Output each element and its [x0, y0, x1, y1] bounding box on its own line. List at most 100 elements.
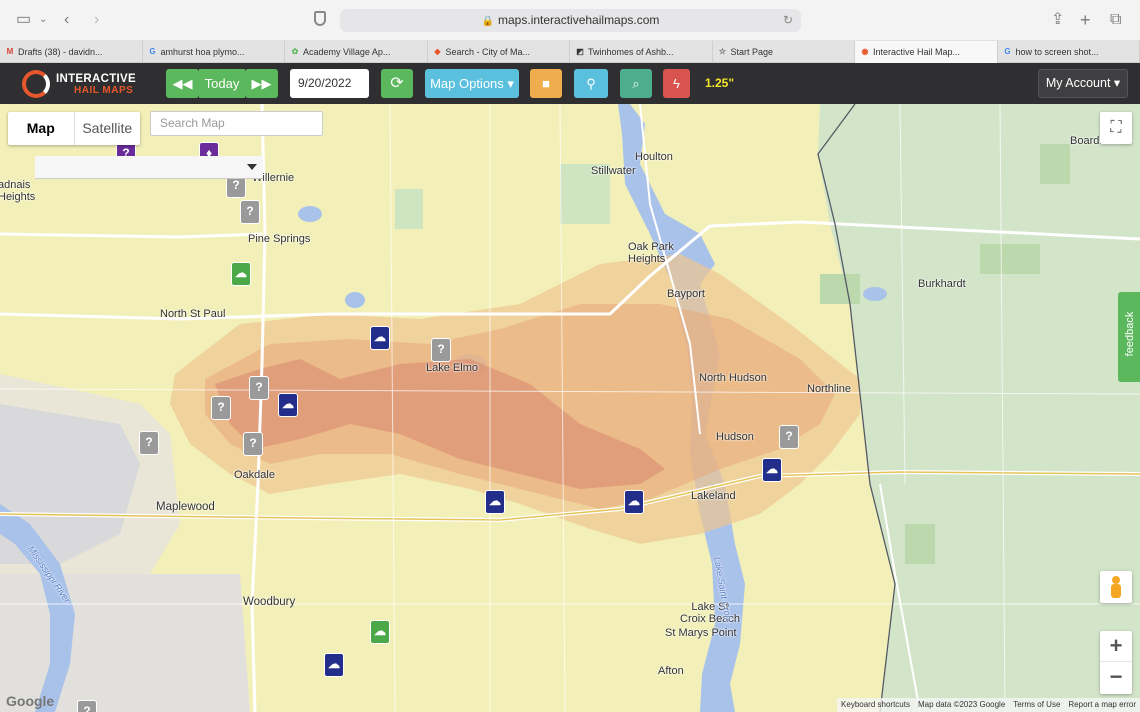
feedback-label: feedback — [1124, 311, 1136, 357]
park — [1040, 144, 1070, 184]
search-icon: ⌕ — [632, 76, 640, 91]
place-label: North Hudson — [699, 372, 767, 384]
fullscreen-button[interactable]: ⛶ — [1100, 112, 1132, 144]
chevron-down-icon[interactable]: ⌄ — [39, 10, 47, 30]
unknown-report-marker[interactable]: ? — [431, 338, 451, 362]
layer-dropdown[interactable] — [35, 156, 263, 179]
zoom-in-button[interactable]: + — [1100, 631, 1132, 662]
double-right-icon: ▶▶ — [251, 76, 272, 91]
unknown-report-marker[interactable]: ? — [77, 700, 97, 712]
hail-size-label: 1.25" — [705, 76, 735, 90]
place-label: Pine Springs — [248, 233, 311, 245]
park — [395, 189, 423, 229]
map-options-button[interactable]: Map Options ▾ — [425, 69, 519, 98]
browser-tab[interactable]: ◉ Interactive Hail Map... — [855, 41, 998, 63]
browser-tab[interactable]: ◆ Search - City of Ma... — [428, 41, 570, 63]
favicon-icon: ✿ — [291, 47, 299, 56]
reload-icon[interactable]: ↻ — [783, 9, 793, 32]
unknown-report-marker[interactable]: ? — [139, 431, 159, 455]
video-button[interactable]: ■ — [530, 69, 562, 98]
browser-tab[interactable]: Ghow to screen shot... — [998, 41, 1140, 63]
zoom-control: + − — [1100, 631, 1132, 694]
place-label: St Marys Point — [665, 627, 737, 639]
place-label: Afton — [658, 665, 684, 677]
tab-overview-icon[interactable]: ⧉ — [1110, 10, 1121, 30]
map-data-text: Map data ©2023 Google — [917, 700, 1006, 709]
wind-report-marker[interactable]: ☁ — [370, 620, 390, 644]
park — [980, 244, 1040, 274]
address-bar[interactable]: 🔒 maps.interactivehailmaps.com ↻ — [340, 9, 801, 32]
place-label: Lakeland — [691, 490, 736, 502]
hail-report-marker[interactable]: ☁ — [370, 326, 390, 350]
privacy-shield-icon[interactable] — [314, 11, 326, 26]
forward-icon[interactable]: › — [94, 10, 99, 30]
map-basemap — [0, 104, 1140, 712]
hail-report-marker[interactable]: ☁ — [762, 458, 782, 482]
map-search-input[interactable]: Search Map — [150, 111, 323, 136]
hail-report-marker[interactable]: ☁ — [624, 490, 644, 514]
tab-label: Academy Village Ap... — [303, 47, 391, 57]
new-tab-icon[interactable]: + — [1080, 10, 1091, 30]
logo-subtext: HAIL MAPS — [74, 85, 134, 96]
refresh-button[interactable]: ⟳ — [381, 69, 413, 98]
unknown-report-marker[interactable]: ? — [779, 425, 799, 449]
report-error-link[interactable]: Report a map error — [1068, 698, 1136, 712]
today-button[interactable]: Today — [199, 69, 245, 98]
place-label: Houlton — [635, 151, 673, 163]
highway-694 — [0, 232, 263, 239]
tab-label: Interactive Hail Map... — [873, 47, 961, 57]
tab-label: Start Page — [730, 47, 774, 57]
next-day-button[interactable]: ▶▶ — [245, 69, 278, 98]
logo-text: INTERACTIVE — [56, 73, 136, 85]
previous-day-button[interactable]: ◀◀ — [166, 69, 199, 98]
browser-tab[interactable]: Gamhurst hoa plymo... — [143, 41, 285, 63]
favicon-icon: G — [149, 47, 156, 56]
lightning-button[interactable]: ϟ — [663, 69, 690, 98]
share-icon[interactable]: ⇪ — [1051, 10, 1064, 30]
favicon-icon: ◉ — [861, 47, 869, 56]
refresh-icon: ⟳ — [390, 75, 404, 92]
map-attribution: Keyboard shortcuts Map data ©2023 Google… — [837, 698, 1140, 712]
my-account-button[interactable]: My Account ▾ — [1038, 69, 1128, 98]
hail-report-marker[interactable]: ☁ — [485, 490, 505, 514]
street-view-pegman-icon[interactable] — [1100, 571, 1132, 603]
place-label: Maplewood — [156, 501, 215, 513]
satellite-tab[interactable]: Satellite — [75, 112, 141, 145]
browser-tab[interactable]: M Drafts (38) - davidn... — [0, 41, 143, 63]
unknown-report-marker[interactable]: ? — [240, 200, 260, 224]
search-button[interactable]: ⌕ — [620, 69, 652, 98]
logo[interactable]: INTERACTIVE HAIL MAPS — [22, 70, 156, 98]
hail-report-marker[interactable]: ☁ — [278, 393, 298, 417]
park — [820, 274, 860, 304]
keyboard-shortcuts-link[interactable]: Keyboard shortcuts — [841, 698, 910, 712]
browser-tab[interactable]: ✿ Academy Village Ap... — [285, 41, 428, 63]
back-icon[interactable]: ‹ — [64, 10, 69, 30]
tab-label: Drafts (38) - davidn... — [18, 47, 103, 57]
wind-report-marker[interactable]: ☁ — [231, 262, 251, 286]
feedback-tab[interactable]: feedback — [1118, 292, 1140, 382]
app-toolbar: INTERACTIVE HAIL MAPS ◀◀ Today ▶▶ 9/20/2… — [0, 63, 1140, 104]
place-label: Oakdale — [234, 469, 275, 481]
place-label: Hudson — [716, 431, 754, 443]
lake — [863, 287, 887, 301]
map-canvas[interactable]: Houlton Stillwater Willernie adnais Heig… — [0, 104, 1140, 712]
terms-link[interactable]: Terms of Use — [1013, 698, 1060, 712]
unknown-report-marker[interactable]: ? — [211, 396, 231, 420]
browser-toolbar: ▭ ⌄ ‹ › 🔒 maps.interactivehailmaps.com ↻ … — [0, 0, 1140, 41]
hail-report-marker[interactable]: ☁ — [324, 653, 344, 677]
place-label: North St Paul — [160, 308, 226, 320]
unknown-report-marker[interactable]: ? — [249, 376, 269, 400]
location-button[interactable]: ⚲ — [574, 69, 608, 98]
double-left-icon: ◀◀ — [172, 76, 193, 91]
browser-tab[interactable]: ◩ Twinhomes of Ashb... — [570, 41, 713, 63]
unknown-report-marker[interactable]: ? — [243, 432, 263, 456]
date-input[interactable]: 9/20/2022 — [290, 69, 369, 98]
favicon-icon: ◩ — [576, 47, 584, 56]
zoom-out-button[interactable]: − — [1100, 662, 1132, 693]
place-label: Woodbury — [243, 596, 296, 608]
browser-tab[interactable]: ☆ Start Page — [713, 41, 855, 63]
place-label: Oak Park Heights — [628, 241, 674, 265]
sidebar-toggle-icon[interactable]: ▭ — [16, 10, 31, 30]
map-tab[interactable]: Map — [8, 112, 75, 145]
tab-bar: M Drafts (38) - davidn... Gamhurst hoa ply… — [0, 41, 1140, 63]
